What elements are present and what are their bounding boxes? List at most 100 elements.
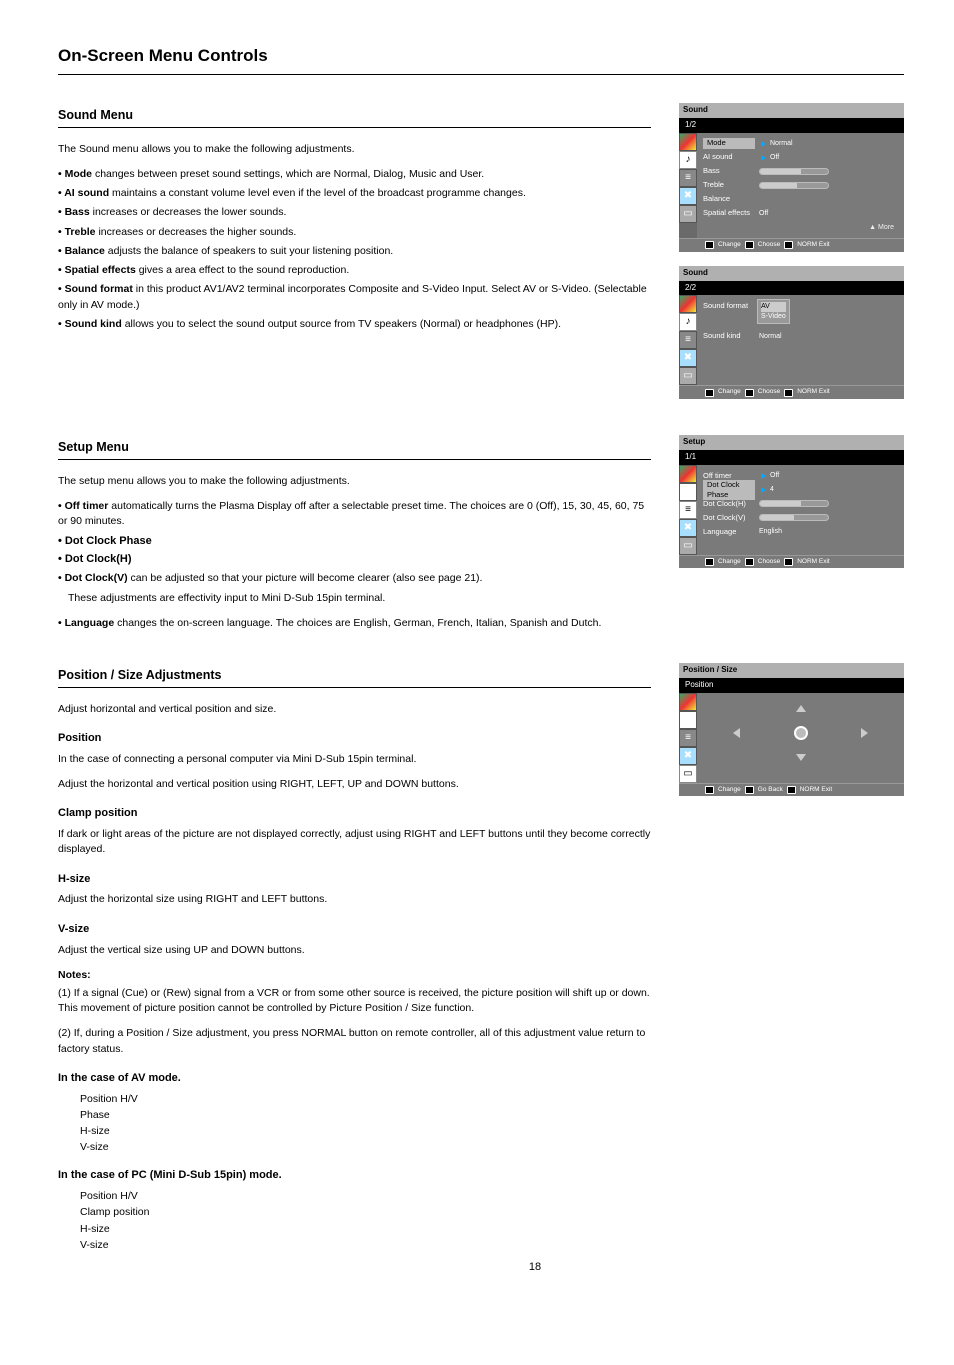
arrow-down-icon	[796, 754, 806, 761]
osd-balance[interactable]: Balance	[703, 194, 755, 204]
osd-ai-val: Off	[770, 153, 779, 162]
v-label: • Dot Clock(V)	[58, 572, 128, 584]
balance-label: • Balance	[58, 245, 105, 257]
foot-change: Change	[718, 388, 741, 397]
tools-tab-icon[interactable]: ✖	[679, 187, 697, 205]
ai-text: maintains a constant volume level even i…	[112, 187, 526, 199]
osd-skind-val: Normal	[759, 332, 782, 341]
tools-tab-icon[interactable]: ✖	[679, 349, 697, 367]
osd-spatial[interactable]: Spatial effects	[703, 208, 755, 218]
foot-change: Change	[718, 786, 741, 795]
sound-tab-icon[interactable]: ♪	[679, 483, 697, 501]
dch-slider[interactable]	[759, 500, 829, 507]
sub-clamp: Clamp position	[58, 806, 651, 821]
button-icon	[787, 786, 796, 794]
osd-mode-val: Normal	[770, 139, 793, 148]
osd-mode[interactable]: Mode	[703, 138, 755, 148]
page-number: 18	[58, 1260, 954, 1275]
list-item: H-size	[80, 1124, 651, 1138]
foot-goback: Go Back	[758, 786, 783, 795]
button-icon	[745, 786, 754, 794]
osd-bass[interactable]: Bass	[703, 166, 755, 176]
picture-tab-icon[interactable]	[679, 465, 697, 483]
list-item: Phase	[80, 1108, 651, 1122]
opt-svideo[interactable]: S-Video	[761, 312, 786, 321]
note-2: (2) If, during a Position / Size adjustm…	[58, 1026, 651, 1056]
mode-text: changes between preset sound settings, w…	[95, 168, 484, 180]
lang-text: changes the on-screen language. The choi…	[117, 617, 601, 629]
chevron-right-icon	[761, 473, 766, 479]
button-icon	[784, 389, 793, 397]
pos-body2: Adjust the horizontal and vertical posit…	[58, 777, 651, 792]
screen-tab-icon[interactable]: ▭	[679, 765, 697, 783]
list-item: Position H/V	[80, 1092, 651, 1106]
osd-title: Sound	[679, 103, 904, 118]
setup-tab-icon[interactable]: ≡	[679, 169, 697, 187]
osd-lang[interactable]: Language	[703, 527, 755, 537]
list-item: H-size	[80, 1222, 651, 1236]
sound-tab-icon[interactable]: ♪	[679, 313, 697, 331]
osd-header: Position	[679, 678, 904, 693]
button-icon	[705, 786, 714, 794]
osd-title: Position / Size	[679, 663, 904, 678]
setup-tab-icon[interactable]: ≡	[679, 729, 697, 747]
osd-sound-1: Sound 1/2 ♪ ≡ ✖ ▭ Mode Normal AI sound Off…	[679, 103, 904, 252]
foot-choose: Choose	[758, 388, 780, 397]
treble-slider[interactable]	[759, 182, 829, 189]
screen-tab-icon[interactable]: ▭	[679, 367, 697, 385]
position-pad[interactable]	[703, 697, 898, 769]
page-title: On-Screen Menu Controls	[58, 45, 904, 75]
osd-header: 1/1	[679, 450, 904, 465]
osd-skind[interactable]: Sound kind	[703, 331, 755, 341]
dot-note: These adjustments are effectivity input …	[68, 591, 651, 606]
sound-tab-icon[interactable]: ♪	[679, 151, 697, 169]
dcv-slider[interactable]	[759, 514, 829, 521]
arrow-up-icon	[796, 705, 806, 712]
setup-tab-icon[interactable]: ≡	[679, 331, 697, 349]
spatial-text: gives a area effect to the sound reprodu…	[139, 264, 350, 276]
dot-text: can be adjusted so that your picture wil…	[131, 572, 483, 584]
spatial-label: • Spatial effects	[58, 264, 136, 276]
osd-dcv[interactable]: Dot Clock(V)	[703, 513, 755, 523]
bass-slider[interactable]	[759, 168, 829, 175]
opt-av[interactable]: AV	[761, 302, 786, 311]
bass-text: increases or decreases the lower sounds.	[93, 206, 287, 218]
skind-label: • Sound kind	[58, 318, 122, 330]
picture-tab-icon[interactable]	[679, 693, 697, 711]
sound-heading: Sound Menu	[58, 107, 651, 128]
sound-tab-icon[interactable]: ♪	[679, 711, 697, 729]
osd-lang-val: English	[759, 527, 782, 536]
treble-text: increases or decreases the higher sounds…	[98, 226, 296, 238]
picture-tab-icon[interactable]	[679, 133, 697, 151]
osd-ai[interactable]: AI sound	[703, 152, 755, 162]
foot-normexit: NORM Exit	[800, 786, 833, 795]
arrow-left-icon	[733, 728, 740, 738]
sub-pcmode: In the case of PC (Mini D-Sub 15pin) mod…	[58, 1168, 651, 1183]
osd-treble[interactable]: Treble	[703, 180, 755, 190]
screen-tab-icon[interactable]: ▭	[679, 205, 697, 223]
tools-tab-icon[interactable]: ✖	[679, 519, 697, 537]
foot-change: Change	[718, 241, 741, 250]
picture-tab-icon[interactable]	[679, 295, 697, 313]
osd-sformat[interactable]: Sound format	[703, 301, 755, 311]
mode-label: • Mode	[58, 168, 92, 180]
osd-title: Sound	[679, 266, 904, 281]
button-icon	[784, 558, 793, 566]
tools-tab-icon[interactable]: ✖	[679, 747, 697, 765]
sound-format-options[interactable]: AV S-Video	[757, 299, 790, 324]
list-item: V-size	[80, 1238, 651, 1252]
osd-dch[interactable]: Dot Clock(H)	[703, 499, 755, 509]
note-1: (1) If a signal (Cue) or (Rew) signal fr…	[58, 986, 651, 1016]
more-indicator: ▲ More	[703, 221, 898, 234]
list-item: Clamp position	[80, 1205, 651, 1219]
bass-label: • Bass	[58, 206, 90, 218]
button-icon	[745, 241, 754, 249]
setup-tab-icon[interactable]: ≡	[679, 501, 697, 519]
screen-tab-icon[interactable]: ▭	[679, 537, 697, 555]
osd-header: 1/2	[679, 118, 904, 133]
position-lead: Adjust horizontal and vertical position …	[58, 702, 651, 717]
osd-spatial-val: Off	[759, 209, 768, 218]
h-label: • Dot Clock(H)	[58, 553, 132, 565]
osd-phase[interactable]: Dot Clock Phase	[703, 480, 755, 500]
osd-setup: Setup 1/1 ♪ ≡ ✖ ▭ Off timerOff Dot Clock…	[679, 435, 904, 568]
